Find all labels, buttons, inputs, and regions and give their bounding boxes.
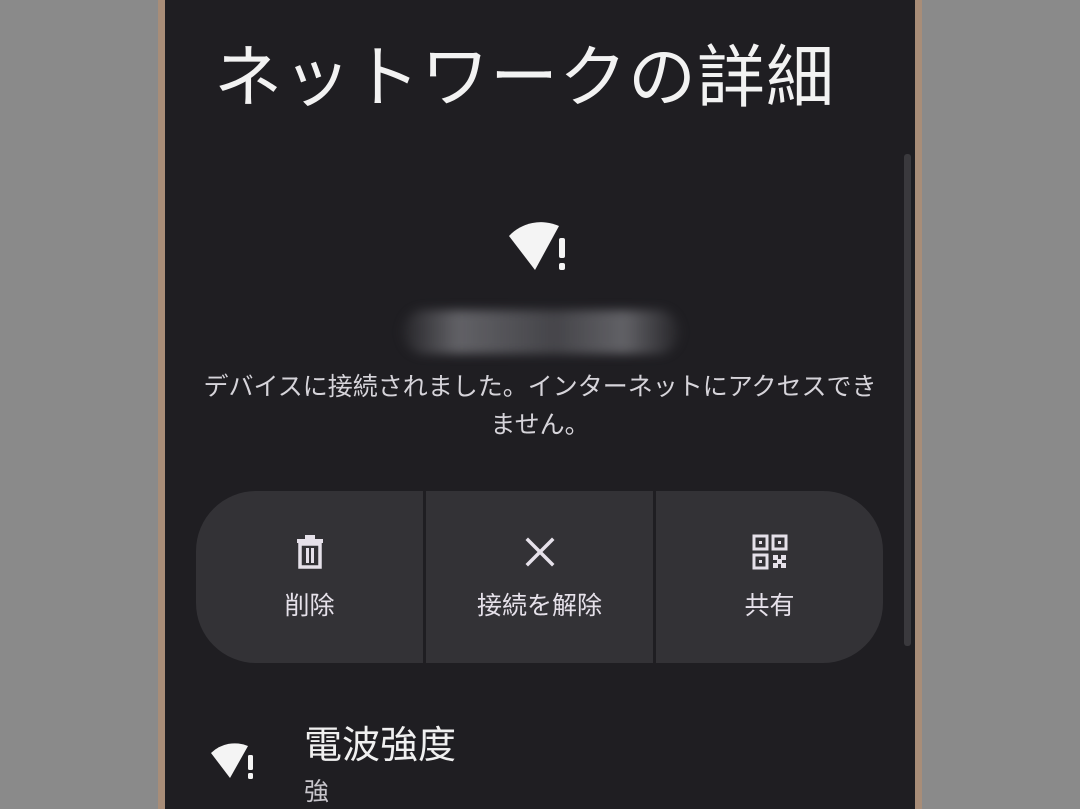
qr-code-icon — [752, 534, 787, 570]
share-button[interactable]: 共有 — [656, 491, 883, 663]
signal-strength-value: 強 — [304, 777, 330, 806]
share-label: 共有 — [744, 591, 795, 620]
stage: ネットワークの詳細 デバイスに接続されました。インターネットにアクセスできません… — [0, 0, 1080, 809]
action-bar: 削除 接続を解除 共有 — [196, 491, 883, 663]
connection-status-text: デバイスに接続されました。インターネットにアクセスできません。 — [203, 372, 877, 439]
disconnect-button[interactable]: 接続を解除 — [426, 491, 653, 663]
network-name-blurred — [402, 310, 680, 354]
page-title: ネットワークの詳細 — [214, 39, 836, 118]
delete-button[interactable]: 削除 — [196, 491, 423, 663]
disconnect-label: 接続を解除 — [476, 591, 602, 620]
close-icon — [525, 537, 554, 567]
scrollbar[interactable] — [904, 154, 911, 646]
signal-wifi-warning-icon — [211, 743, 253, 779]
delete-label: 削除 — [284, 591, 335, 620]
trash-icon — [296, 535, 323, 569]
wifi-warning-icon — [509, 222, 565, 270]
signal-strength-title: 電波強度 — [304, 723, 457, 767]
